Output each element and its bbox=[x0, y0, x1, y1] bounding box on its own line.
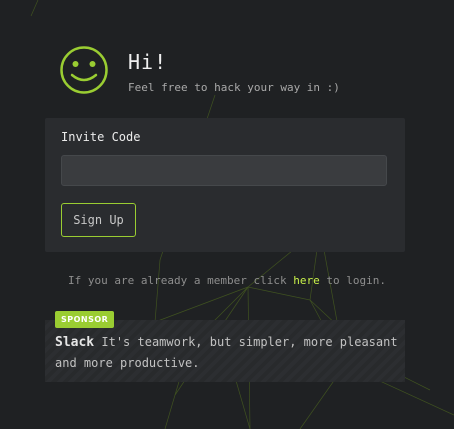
welcome-header: Hi! Feel free to hack your way in :) bbox=[59, 45, 399, 97]
smiley-face-icon bbox=[60, 46, 108, 94]
sponsor-badge: SPONSOR bbox=[55, 311, 115, 328]
sponsor-text[interactable]: Slack It's teamwork, but simpler, more p… bbox=[55, 332, 400, 374]
greeting-tagline: Feel free to hack your way in :) bbox=[128, 81, 340, 94]
login-prompt-prefix: If you are already a member click bbox=[68, 274, 287, 287]
login-prompt: If you are already a member click here t… bbox=[0, 274, 454, 287]
signup-form-card: Invite Code Sign Up bbox=[45, 118, 405, 252]
login-prompt-suffix: to login. bbox=[326, 274, 386, 287]
sponsor-description: It's teamwork, but simpler, more pleasan… bbox=[55, 335, 398, 370]
sponsor-name: Slack bbox=[55, 335, 95, 350]
login-link[interactable]: here bbox=[293, 274, 320, 287]
sign-up-button[interactable]: Sign Up bbox=[61, 203, 136, 237]
invite-code-input[interactable] bbox=[61, 155, 387, 186]
invite-code-label: Invite Code bbox=[61, 130, 141, 144]
greeting-title: Hi! bbox=[128, 50, 168, 74]
